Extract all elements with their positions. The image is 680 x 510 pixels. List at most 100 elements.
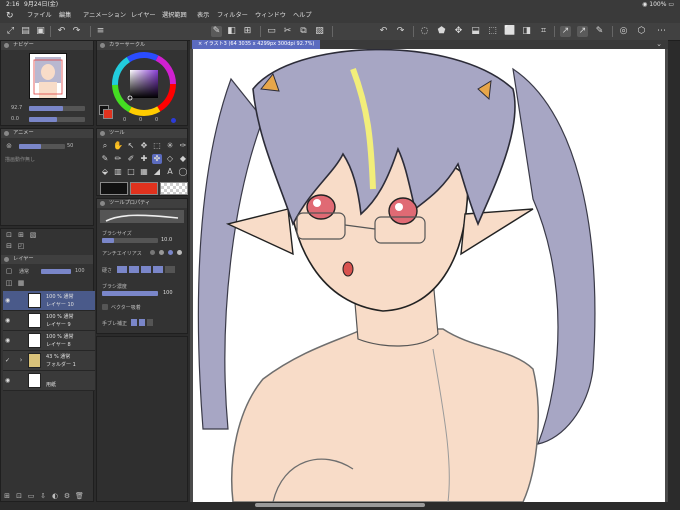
layer-ref-icon[interactable]: ◰ [17, 242, 25, 250]
companion-icon[interactable]: ◎ [618, 26, 629, 37]
visibility-eye-icon[interactable]: ◉ [5, 377, 12, 384]
pen-pressure-icon[interactable]: ↗ [560, 26, 571, 37]
gradient-tool-icon[interactable]: ▥ [113, 167, 123, 177]
overflow-icon[interactable]: ⋯ [656, 26, 667, 37]
navigator-thumbnail[interactable] [29, 53, 67, 99]
layer-clip-icon[interactable]: ⊟ [5, 242, 13, 250]
menu-selection[interactable]: 選択範囲 [162, 9, 187, 23]
pen-tool-icon[interactable]: ✎ [100, 154, 110, 164]
density-slider[interactable] [102, 291, 158, 296]
expand-icon[interactable]: ⤢ [5, 26, 16, 37]
redo-icon-2[interactable]: ↷ [395, 26, 406, 37]
new-vector-layer-icon[interactable]: ⊡ [15, 492, 23, 500]
menu-view[interactable]: 表示 [197, 9, 209, 23]
file-icon[interactable]: ▤ [20, 26, 31, 37]
new-folder-icon[interactable]: ▭ [27, 492, 35, 500]
ruler-icon[interactable]: ⊞ [242, 26, 253, 37]
visibility-eye-icon[interactable]: ✓ [5, 357, 12, 364]
visibility-eye-icon[interactable]: ◉ [5, 317, 12, 324]
balloon-tool-icon[interactable]: ◯ [178, 167, 188, 177]
pen-angle-icon[interactable]: ↗ [577, 26, 588, 37]
navigator-angle[interactable]: 0.0 [11, 116, 19, 122]
layer-blend-mode[interactable]: 通常 [19, 268, 29, 275]
onion-skin-icon[interactable]: ⊚ [5, 142, 13, 150]
menu-list-icon[interactable]: ≡ [95, 26, 106, 37]
document-tab[interactable]: × イラスト3 (64 3035 x 4299px 300dpi 92.7%) [192, 40, 321, 49]
snap-icon[interactable]: ◧ [226, 26, 237, 37]
layer-settings-icon[interactable]: ⚙ [63, 492, 71, 500]
crop-icon[interactable]: ⌗ [538, 26, 549, 37]
settings-icon[interactable]: ⬡ [636, 26, 647, 37]
brush-tool-icon[interactable]: ✐ [126, 154, 136, 164]
layer-row-paper[interactable]: ◉ 用紙 [3, 371, 95, 391]
paste-icon[interactable]: ▨ [314, 26, 325, 37]
vector-snap-checkbox[interactable] [102, 304, 108, 310]
invert-icon[interactable]: ◨ [521, 26, 532, 37]
navigator-zoom[interactable]: 92.7 [11, 105, 22, 111]
cut-icon[interactable]: ✂ [282, 26, 293, 37]
brush-size-slider[interactable] [102, 238, 158, 243]
layer-palette-icon[interactable]: ◫ [5, 279, 13, 287]
move-icon[interactable]: ✥ [453, 26, 464, 37]
canvas-paper[interactable] [193, 49, 665, 502]
select-all-icon[interactable]: ⬚ [487, 26, 498, 37]
app-logo-icon[interactable]: ↻ [6, 9, 14, 23]
undo-icon[interactable]: ↶ [56, 26, 67, 37]
pencil-icon[interactable]: ✎ [594, 26, 605, 37]
merge-down-icon[interactable]: ⇩ [39, 492, 47, 500]
text-tool-icon[interactable]: A [165, 167, 175, 177]
antialias-options[interactable] [150, 249, 186, 256]
lasso-icon[interactable]: ◌ [419, 26, 430, 37]
ruler-tool-icon[interactable]: ◢ [152, 167, 162, 177]
layer-row-9[interactable]: ◉ 100 % 通常 レイヤー 9 [3, 311, 95, 331]
figure-tool-icon[interactable]: □ [126, 167, 136, 177]
menu-help[interactable]: ヘルプ [293, 9, 312, 23]
copy-icon[interactable]: ⧉ [298, 26, 309, 37]
folder-expand-icon[interactable]: › [17, 356, 25, 364]
layer-row-folder-1[interactable]: ✓ › 43 % 通常 フォルダー 1 [3, 351, 95, 371]
pencil-tool-icon[interactable]: ✏ [113, 154, 123, 164]
mask-icon[interactable]: ◐ [51, 492, 59, 500]
decoration-tool-icon[interactable]: ✤ [152, 154, 162, 164]
zoom-tool-icon[interactable]: ⌕ [100, 141, 110, 151]
stabilization-steps[interactable] [131, 319, 171, 326]
menu-animation[interactable]: アニメーション [83, 9, 126, 23]
layer-mask-icon[interactable]: ▧ [29, 231, 37, 239]
layer-lock-transparent-icon[interactable]: ▦ [17, 279, 25, 287]
blend-tool-icon[interactable]: ◆ [178, 154, 188, 164]
main-drawing-color[interactable] [100, 182, 128, 195]
menu-window[interactable]: ウィンドウ [255, 9, 286, 23]
layer-new-icon[interactable]: ⊡ [5, 231, 13, 239]
tab-chevron-down-icon[interactable]: ⌄ [656, 40, 662, 49]
transparent-color[interactable] [160, 182, 188, 195]
zoom-slider[interactable] [29, 106, 85, 111]
menu-edit[interactable]: 編集 [59, 9, 71, 23]
menu-filter[interactable]: フィルター [217, 9, 248, 23]
sub-color-swatch[interactable] [103, 109, 113, 119]
layer-row-8[interactable]: ◉ 100 % 通常 レイヤー 8 [3, 331, 95, 351]
menu-file[interactable]: ファイル [27, 9, 52, 23]
save-icon[interactable]: ▣ [35, 26, 46, 37]
fill-tool-icon[interactable]: ⬙ [100, 167, 110, 177]
redo-icon[interactable]: ↷ [71, 26, 82, 37]
operation-tool-icon[interactable]: ↖ [126, 141, 136, 151]
draw-mode-icon[interactable]: ✎ [211, 26, 222, 37]
color-mode-icon[interactable] [171, 118, 176, 123]
deselect-icon[interactable]: ⬜ [504, 26, 515, 37]
layer-mode-icon[interactable]: ▢ [5, 267, 13, 275]
selection-tool-icon[interactable]: ⬚ [152, 141, 162, 151]
new-raster-layer-icon[interactable]: ⊞ [3, 492, 11, 500]
eraser-tool-icon[interactable]: ◇ [165, 154, 175, 164]
layer-row-10[interactable]: ◉ 100 % 通常 レイヤー 10 [3, 291, 95, 311]
undo-icon-2[interactable]: ↶ [378, 26, 389, 37]
hardness-steps[interactable] [117, 266, 183, 273]
color-wheel[interactable] [111, 51, 177, 117]
sub-drawing-color[interactable] [130, 182, 158, 195]
transform-icon[interactable]: ⬓ [470, 26, 481, 37]
menu-layer[interactable]: レイヤー [131, 9, 156, 23]
frame-tool-icon[interactable]: ▦ [139, 167, 149, 177]
visibility-eye-icon[interactable]: ◉ [5, 297, 12, 304]
angle-slider[interactable] [29, 117, 85, 122]
clear-icon[interactable]: ▭ [266, 26, 277, 37]
auto-select-tool-icon[interactable]: ✳ [165, 141, 175, 151]
